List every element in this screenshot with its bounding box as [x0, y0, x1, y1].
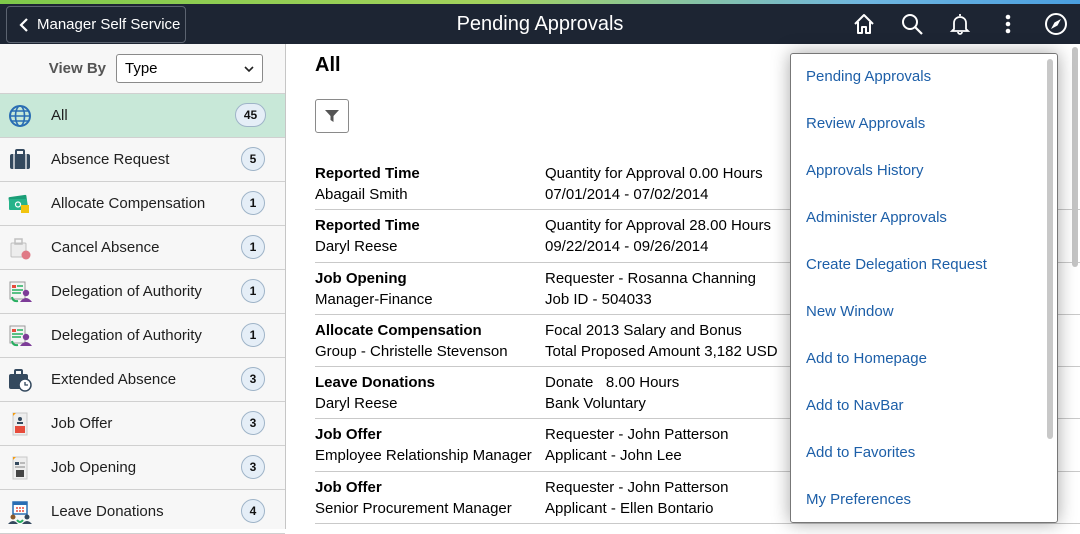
view-by-bar: View By Type	[0, 44, 285, 94]
actions-menu: Pending Approvals Review Approvals Appro…	[790, 53, 1058, 523]
menu-item-my-preferences[interactable]: My Preferences	[791, 477, 1057, 523]
approval-detail: Quantity for Approval 28.00 Hours	[545, 215, 771, 236]
menu-item-add-to-navbar[interactable]: Add to NavBar	[791, 383, 1057, 430]
sidebar-item-job-offer[interactable]: Job Offer 3	[0, 402, 285, 446]
menu-item-pending-approvals[interactable]: Pending Approvals	[791, 54, 1057, 101]
actions-menu-button[interactable]	[994, 10, 1022, 38]
approval-type: Reported Time	[315, 163, 545, 184]
count-badge: 3	[241, 455, 265, 479]
approval-subject: Manager-Finance	[315, 289, 545, 310]
approval-detail: 07/01/2014 - 07/02/2014	[545, 184, 763, 205]
search-icon	[900, 12, 924, 36]
approval-detail: Focal 2013 Salary and Bonus	[545, 320, 778, 341]
approval-detail: Quantity for Approval 0.00 Hours	[545, 163, 763, 184]
approval-type: Reported Time	[315, 215, 545, 236]
sidebar-item-leave-donations[interactable]: Leave Donations 4	[0, 490, 285, 534]
home-icon	[852, 12, 876, 36]
back-button-label: Manager Self Service	[37, 16, 180, 33]
chevron-left-icon	[17, 18, 31, 32]
sidebar-item-job-opening[interactable]: Job Opening 3	[0, 446, 285, 490]
job-opening-icon	[7, 455, 33, 481]
sidebar-item-delegation-of-authority[interactable]: Delegation of Authority 1	[0, 314, 285, 358]
menu-item-approvals-history[interactable]: Approvals History	[791, 148, 1057, 195]
approval-detail: Donate 8.00 Hours	[545, 372, 679, 393]
approval-type: Leave Donations	[315, 372, 545, 393]
menu-item-review-approvals[interactable]: Review Approvals	[791, 101, 1057, 148]
delegation-icon	[7, 323, 33, 349]
briefcase-icon	[7, 147, 33, 173]
sidebar-item-allocate-compensation[interactable]: Allocate Compensation 1	[0, 182, 285, 226]
notifications-button[interactable]	[946, 10, 974, 38]
globe-icon	[7, 103, 33, 129]
approval-detail: Total Proposed Amount 3,182 USD	[545, 341, 778, 362]
approval-type: Job Offer	[315, 424, 545, 445]
approval-detail: Requester - John Patterson	[545, 477, 728, 498]
approval-subject: Abagail Smith	[315, 184, 545, 205]
approval-detail: 09/22/2014 - 09/26/2014	[545, 236, 771, 257]
section-title: All	[315, 54, 341, 77]
actions-menu-icon	[996, 12, 1020, 36]
count-badge: 1	[241, 279, 265, 303]
count-badge: 1	[241, 323, 265, 347]
sidebar-item-all[interactable]: All 45	[0, 94, 285, 138]
briefcase-clock-icon	[7, 367, 33, 393]
sidebar-item-extended-absence[interactable]: Extended Absence 3	[0, 358, 285, 402]
approval-type: Job Opening	[315, 268, 545, 289]
leave-donation-icon	[7, 499, 33, 525]
view-by-value: Type	[125, 60, 158, 77]
approval-detail: Requester - John Patterson	[545, 424, 728, 445]
approval-subject: Group - Christelle Stevenson	[315, 341, 545, 362]
approval-detail: Applicant - Ellen Bontario	[545, 498, 728, 519]
filter-icon	[324, 108, 340, 124]
approval-type: Allocate Compensation	[315, 320, 545, 341]
menu-scrollbar[interactable]	[1047, 59, 1053, 439]
count-badge: 3	[241, 367, 265, 391]
approval-detail: Applicant - John Lee	[545, 445, 728, 466]
page-scrollbar[interactable]	[1072, 47, 1078, 267]
menu-item-add-to-favorites[interactable]: Add to Favorites	[791, 430, 1057, 477]
chevron-down-icon	[244, 64, 254, 74]
sidebar-item-cancel-absence[interactable]: Cancel Absence 1	[0, 226, 285, 270]
count-badge: 4	[241, 499, 265, 523]
sidebar: View By Type All 45 Absence Request 5 Al…	[0, 44, 286, 529]
cancel-briefcase-icon	[7, 235, 33, 261]
count-badge: 1	[241, 191, 265, 215]
approval-subject: Daryl Reese	[315, 236, 545, 257]
menu-item-create-delegation-request[interactable]: Create Delegation Request	[791, 242, 1057, 289]
navbar-compass-icon	[1044, 12, 1068, 36]
approval-detail: Requester - Rosanna Channing	[545, 268, 756, 289]
job-offer-icon	[7, 411, 33, 437]
count-badge: 5	[241, 147, 265, 171]
menu-item-administer-approvals[interactable]: Administer Approvals	[791, 195, 1057, 242]
approval-type: Job Offer	[315, 477, 545, 498]
count-badge: 45	[235, 103, 266, 127]
view-by-select[interactable]: Type	[116, 54, 263, 83]
menu-item-new-window[interactable]: New Window	[791, 289, 1057, 336]
delegation-icon	[7, 279, 33, 305]
home-button[interactable]	[850, 10, 878, 38]
approval-subject: Senior Procurement Manager	[315, 498, 545, 519]
approval-detail: Job ID - 504033	[545, 289, 756, 310]
approval-subject: Daryl Reese	[315, 393, 545, 414]
menu-item-add-to-homepage[interactable]: Add to Homepage	[791, 336, 1057, 383]
money-icon	[7, 191, 33, 217]
sidebar-item-delegation-of-authority[interactable]: Delegation of Authority 1	[0, 270, 285, 314]
sidebar-item-absence-request[interactable]: Absence Request 5	[0, 138, 285, 182]
view-by-label: View By	[49, 60, 106, 77]
header-bar: Manager Self Service Pending Approvals	[0, 4, 1080, 44]
count-badge: 3	[241, 411, 265, 435]
back-button[interactable]: Manager Self Service	[6, 6, 186, 43]
count-badge: 1	[241, 235, 265, 259]
approval-subject: Employee Relationship Manager	[315, 445, 545, 466]
navbar-button[interactable]	[1042, 10, 1070, 38]
search-button[interactable]	[898, 10, 926, 38]
filter-button[interactable]	[315, 99, 349, 133]
approval-detail: Bank Voluntary	[545, 393, 679, 414]
notifications-bell-icon	[948, 12, 972, 36]
